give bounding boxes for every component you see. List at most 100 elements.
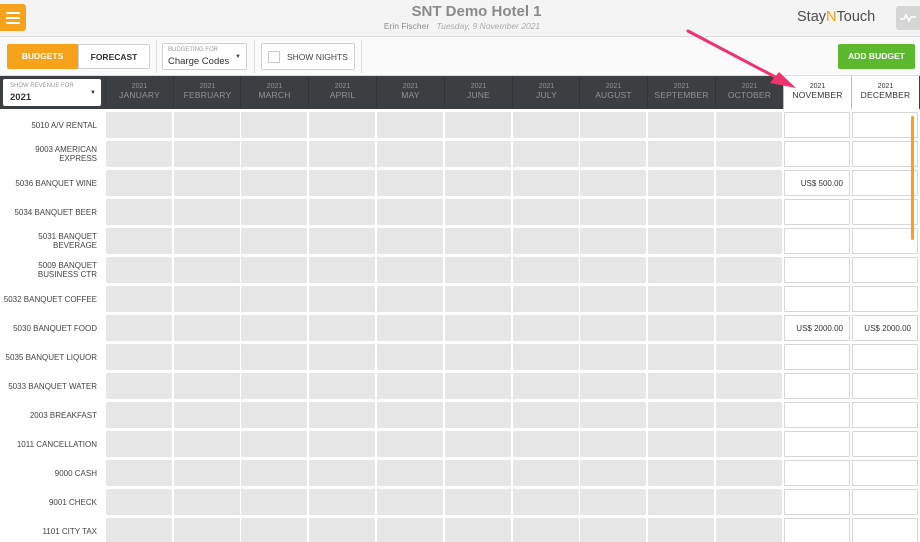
budget-input-december[interactable] bbox=[852, 228, 918, 254]
budget-input-december[interactable] bbox=[852, 344, 918, 370]
disabled-cell bbox=[309, 402, 375, 428]
disabled-cell bbox=[445, 170, 511, 196]
row-label: 5010 A/V RENTAL bbox=[31, 120, 97, 130]
show-revenue-for-select[interactable]: SHOW REVENUE FOR 2021 ▼ bbox=[3, 79, 101, 106]
budget-input-november[interactable] bbox=[784, 257, 850, 283]
disabled-cell bbox=[513, 373, 579, 399]
activity-button[interactable] bbox=[896, 6, 920, 30]
disabled-cell bbox=[648, 170, 714, 196]
disabled-cell bbox=[513, 112, 579, 138]
budget-input-november[interactable] bbox=[784, 489, 850, 515]
budgeting-for-select[interactable]: BUDGETING FOR Charge Codes ▼ bbox=[162, 43, 247, 70]
disabled-cell bbox=[174, 344, 240, 370]
disabled-cell bbox=[513, 431, 579, 457]
month-header-november: 2021 NOVEMBER bbox=[783, 76, 851, 109]
show-nights-checkbox[interactable] bbox=[268, 51, 280, 63]
disabled-cell bbox=[377, 431, 443, 457]
row-label: 1101 CITY TAX bbox=[42, 526, 97, 536]
budget-input-november[interactable] bbox=[784, 431, 850, 457]
disabled-cell bbox=[716, 518, 782, 542]
budget-input-november[interactable]: US$ 500.00 bbox=[784, 170, 850, 196]
caret-down-icon: ▼ bbox=[90, 90, 96, 96]
disabled-cell bbox=[174, 199, 240, 225]
disabled-cell bbox=[174, 112, 240, 138]
disabled-cell bbox=[174, 489, 240, 515]
scrollbar[interactable] bbox=[911, 116, 914, 240]
disabled-cell bbox=[580, 402, 646, 428]
disabled-cell bbox=[445, 489, 511, 515]
disabled-cell bbox=[241, 431, 307, 457]
tab-budgets[interactable]: BUDGETS bbox=[7, 44, 78, 69]
disabled-cell bbox=[513, 286, 579, 312]
disabled-cell bbox=[377, 112, 443, 138]
budget-input-november[interactable] bbox=[784, 518, 850, 542]
row-label: 5009 BANQUET BUSINESS CTR bbox=[37, 261, 97, 279]
budget-input-november[interactable] bbox=[784, 112, 850, 138]
budget-input-december[interactable] bbox=[852, 489, 918, 515]
disabled-cell bbox=[580, 170, 646, 196]
budget-input-november[interactable] bbox=[784, 286, 850, 312]
disabled-cell bbox=[241, 141, 307, 167]
budget-input-november[interactable]: US$ 2000.00 bbox=[784, 315, 850, 341]
month-header-august: 2021 AUGUST bbox=[579, 76, 647, 109]
disabled-cell bbox=[174, 228, 240, 254]
budget-input-november[interactable] bbox=[784, 373, 850, 399]
month-header-april: 2021 APRIL bbox=[308, 76, 376, 109]
budget-input-december[interactable]: US$ 2000.00 bbox=[852, 315, 918, 341]
row-label: 5034 BANQUET BEER bbox=[14, 207, 97, 217]
show-nights-label: SHOW NIGHTS bbox=[287, 52, 348, 62]
disabled-cell bbox=[513, 141, 579, 167]
disabled-cell bbox=[106, 141, 172, 167]
disabled-cell bbox=[309, 112, 375, 138]
hotel-name[interactable]: SNT Demo Hotel 1 bbox=[0, 3, 920, 20]
budget-input-december[interactable] bbox=[852, 112, 918, 138]
disabled-cell bbox=[106, 402, 172, 428]
budget-input-december[interactable] bbox=[852, 460, 918, 486]
budget-input-december[interactable] bbox=[852, 141, 918, 167]
budget-input-november[interactable] bbox=[784, 460, 850, 486]
budget-input-december[interactable] bbox=[852, 286, 918, 312]
disabled-cell bbox=[445, 431, 511, 457]
disabled-cell bbox=[106, 170, 172, 196]
disabled-cell bbox=[377, 228, 443, 254]
budget-input-december[interactable] bbox=[852, 518, 918, 542]
disabled-cell bbox=[648, 344, 714, 370]
budget-input-december[interactable] bbox=[852, 170, 918, 196]
budget-input-november[interactable] bbox=[784, 402, 850, 428]
disabled-cell bbox=[241, 402, 307, 428]
row-label: 5036 BANQUET WINE bbox=[15, 178, 97, 188]
row-label: 5033 BANQUET WATER bbox=[8, 381, 97, 391]
month-header-june: 2021 JUNE bbox=[444, 76, 512, 109]
add-budget-button[interactable]: ADD BUDGET bbox=[838, 44, 915, 69]
budget-input-november[interactable] bbox=[784, 199, 850, 225]
budget-input-december[interactable] bbox=[852, 402, 918, 428]
row-label: 5035 BANQUET LIQUOR bbox=[5, 352, 97, 362]
disabled-cell bbox=[174, 431, 240, 457]
disabled-cell bbox=[716, 315, 782, 341]
budget-input-december[interactable] bbox=[852, 257, 918, 283]
disabled-cell bbox=[580, 489, 646, 515]
budget-input-december[interactable] bbox=[852, 199, 918, 225]
disabled-cell bbox=[309, 431, 375, 457]
disabled-cell bbox=[513, 315, 579, 341]
budget-input-november[interactable] bbox=[784, 344, 850, 370]
disabled-cell bbox=[377, 518, 443, 542]
disabled-cell bbox=[106, 286, 172, 312]
disabled-cell bbox=[241, 460, 307, 486]
disabled-cell bbox=[174, 460, 240, 486]
disabled-cell bbox=[241, 315, 307, 341]
disabled-cell bbox=[241, 112, 307, 138]
row-label: 9000 CASH bbox=[54, 468, 97, 478]
disabled-cell bbox=[716, 489, 782, 515]
disabled-cell bbox=[309, 257, 375, 283]
disabled-cell bbox=[309, 373, 375, 399]
budget-grid: 5010 A/V RENTAL 9003 AMERICAN EXPRESS 5036 … bbox=[0, 109, 920, 542]
tab-forecast[interactable]: FORECAST bbox=[78, 44, 150, 69]
caret-down-icon: ▼ bbox=[235, 54, 241, 60]
budget-input-december[interactable] bbox=[852, 431, 918, 457]
budget-input-november[interactable] bbox=[784, 141, 850, 167]
show-nights-toggle[interactable]: SHOW NIGHTS bbox=[261, 43, 355, 70]
budget-input-november[interactable] bbox=[784, 228, 850, 254]
budget-input-december[interactable] bbox=[852, 373, 918, 399]
disabled-cell bbox=[648, 518, 714, 542]
